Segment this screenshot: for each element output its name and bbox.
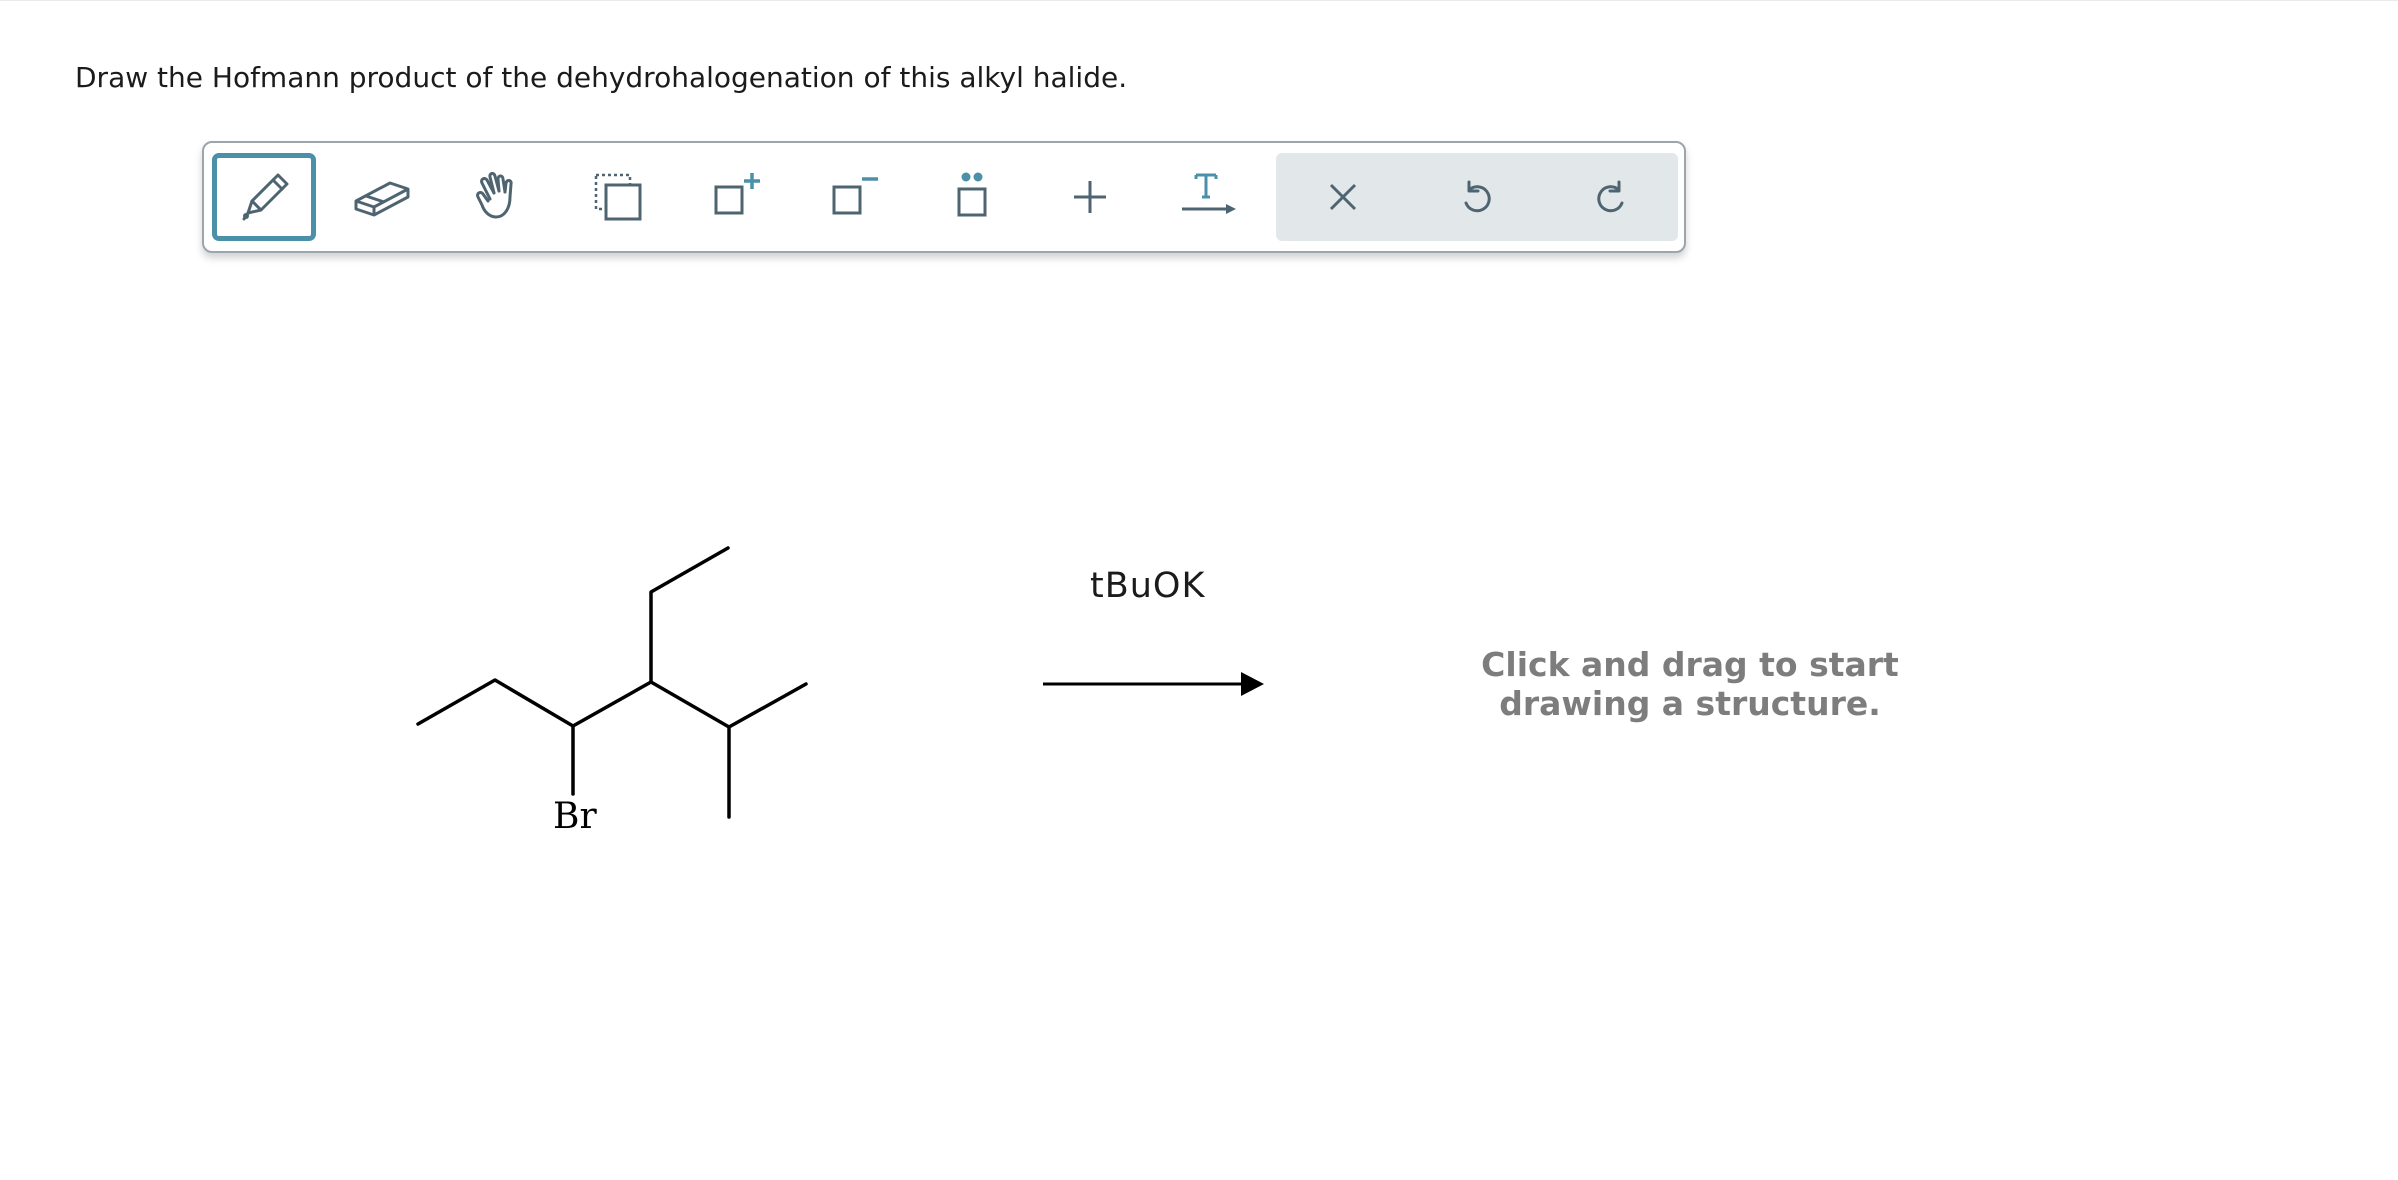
lone-pair-icon xyxy=(957,172,987,217)
increase-charge-tool-button[interactable] xyxy=(684,153,788,241)
selection-icon xyxy=(594,173,642,221)
reaction-arrow xyxy=(1043,672,1264,696)
eraser-icon xyxy=(354,181,410,217)
reaction-text-tool-button[interactable] xyxy=(1156,153,1260,241)
move-tool-button[interactable] xyxy=(448,153,552,241)
select-tool-button[interactable] xyxy=(566,153,670,241)
hint-line-2: drawing a structure. xyxy=(1499,684,1881,723)
draw-tool-button[interactable] xyxy=(212,153,316,241)
pencil-icon xyxy=(242,173,289,221)
clear-button[interactable] xyxy=(1291,153,1395,241)
undo-button[interactable] xyxy=(1425,153,1529,241)
hand-icon xyxy=(476,172,513,219)
app-root: Draw the Hofmann product of the dehydroh… xyxy=(0,0,2398,1180)
redo-icon xyxy=(1597,180,1624,213)
undo-icon xyxy=(1464,180,1491,213)
history-actions xyxy=(1276,153,1678,241)
erase-tool-button[interactable] xyxy=(330,153,434,241)
negative-charge-icon xyxy=(832,177,878,215)
plus-icon xyxy=(1074,181,1106,213)
bromine-label: Br xyxy=(553,796,597,837)
reagent-label: tBuOK xyxy=(1090,566,1206,606)
lone-pair-tool-button[interactable] xyxy=(920,153,1024,241)
hint-line-1: Click and drag to start xyxy=(1481,645,1899,684)
alkyl-halide-skeleton xyxy=(416,546,808,819)
text-arrow-icon xyxy=(1182,173,1236,214)
positive-charge-icon xyxy=(714,173,760,215)
drawing-toolbar xyxy=(202,141,1686,253)
drawing-area-hint[interactable]: Click and drag to start drawing a struct… xyxy=(1440,645,1940,723)
decrease-charge-tool-button[interactable] xyxy=(802,153,906,241)
question-prompt: Draw the Hofmann product of the dehydroh… xyxy=(75,61,1128,94)
add-reagent-tool-button[interactable] xyxy=(1038,153,1142,241)
close-icon xyxy=(1329,183,1357,211)
redo-button[interactable] xyxy=(1559,153,1663,241)
